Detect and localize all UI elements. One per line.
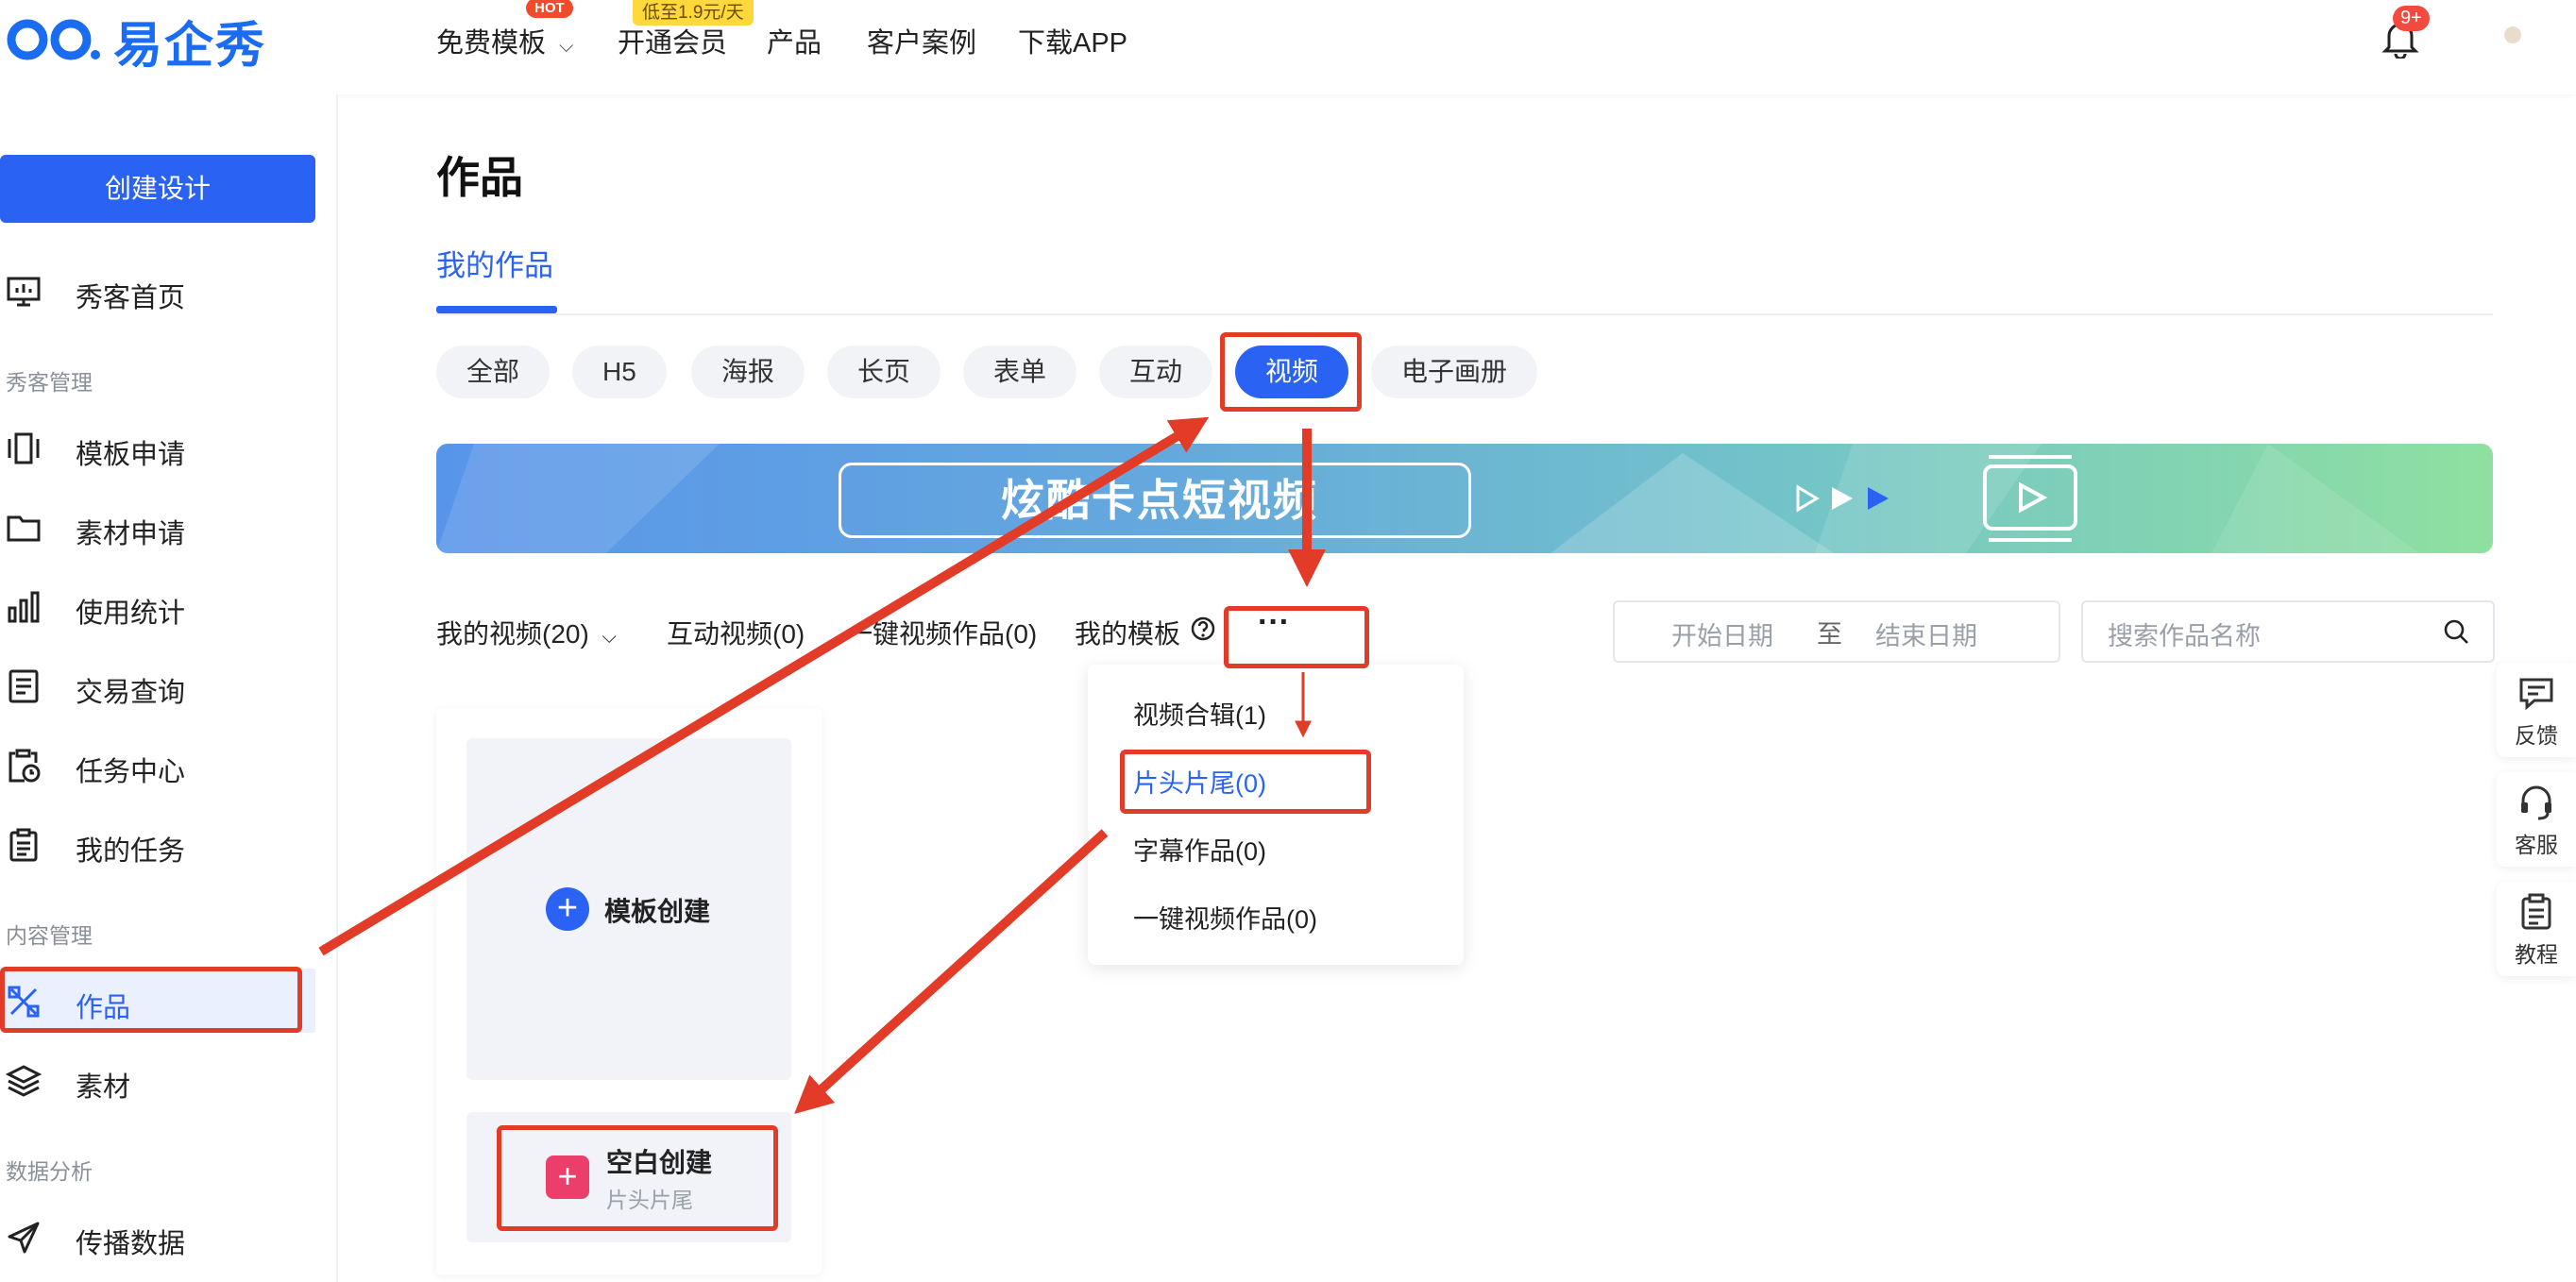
filter-form[interactable]: 表单 <box>963 346 1077 398</box>
price-badge: 低至1.9元/天 <box>633 0 754 25</box>
nav-free-templates-label: 免费模板 <box>436 28 547 59</box>
tab-active-indicator <box>436 306 557 313</box>
sidebar-group-data: 数据分析 <box>6 1159 93 1184</box>
tutorial-label: 教程 <box>2515 942 2558 967</box>
sidebar-item-usage-stats[interactable]: 使用统计 <box>0 574 315 638</box>
top-bar: 易企秀 免费模板 ⌵ HOT 开通会员 低至1.9元/天 产品 客户案例 下载A… <box>0 0 2576 94</box>
sidebar-item-label: 秀客首页 <box>76 283 186 313</box>
brand-name[interactable]: 易企秀 <box>113 6 266 76</box>
folder-icon <box>6 510 42 546</box>
sidebar-item-label: 传播数据 <box>76 1229 186 1259</box>
filter-long-page[interactable]: 长页 <box>827 346 941 398</box>
clipboard-icon <box>6 827 42 863</box>
avatar[interactable] <box>2504 26 2521 43</box>
create-design-button[interactable]: 创建设计 <box>0 155 315 223</box>
blank-create-sublabel: 片头片尾 <box>606 1188 693 1212</box>
clipboard-clock-icon <box>6 748 42 784</box>
date-separator: 至 <box>1817 620 1842 649</box>
sidebar-item-transactions[interactable]: 交易查询 <box>0 653 315 717</box>
plus-square-icon: + <box>546 1155 589 1199</box>
subtab-interactive-videos[interactable]: 互动视频(0) <box>667 614 805 651</box>
play-icons <box>1794 480 1889 522</box>
subtab-label: 我的视频(20) <box>436 619 589 649</box>
feedback-label: 反馈 <box>2515 723 2558 748</box>
help-icon[interactable] <box>1190 616 1216 647</box>
bar-chart-icon <box>6 589 42 625</box>
sidebar-group-manage: 秀客管理 <box>6 370 93 395</box>
send-icon <box>6 1220 42 1256</box>
template-create-label[interactable]: 模板创建 <box>604 891 710 929</box>
blank-create-label[interactable]: 空白创建 <box>606 1142 712 1180</box>
banner-title: 炫酷卡点短视频 <box>1001 476 1318 525</box>
subtab-label: 我的模板 <box>1075 619 1181 649</box>
clipboard-icon <box>2519 893 2553 936</box>
feedback-icon <box>2517 674 2555 717</box>
filter-poster[interactable]: 海报 <box>691 346 805 398</box>
more-button[interactable]: ··· <box>1258 604 1290 641</box>
start-date-field[interactable]: 开始日期 <box>1671 616 1773 652</box>
feedback-button[interactable]: 反馈 <box>2497 663 2576 757</box>
menu-item-subtitle-works[interactable]: 字幕作品(0) <box>1133 831 1266 868</box>
menu-item-one-click-video[interactable]: 一键视频作品(0) <box>1133 899 1317 936</box>
page-title: 作品 <box>436 153 523 202</box>
sidebar-item-label: 素材申请 <box>76 519 186 549</box>
subtab-my-templates[interactable]: 我的模板 <box>1075 614 1180 651</box>
sidebar-item-works[interactable]: 作品 <box>0 969 315 1033</box>
search-icon[interactable] <box>2442 617 2470 650</box>
sidebar-item-spread-data[interactable]: 传播数据 <box>0 1205 315 1269</box>
nav-download-app[interactable]: 下载APP <box>1018 21 1127 60</box>
search-placeholder: 搜索作品名称 <box>2108 622 2261 650</box>
plus-circle-icon: + <box>546 887 589 931</box>
sidebar-item-template-apply[interactable]: 模板申请 <box>0 415 315 480</box>
sidebar-item-label: 任务中心 <box>76 757 186 787</box>
sidebar-item-label: 我的任务 <box>76 836 186 867</box>
tab-my-works[interactable]: 我的作品 <box>436 242 553 284</box>
filter-interactive[interactable]: 互动 <box>1099 346 1213 398</box>
template-icon <box>6 430 42 466</box>
sidebar-item-label: 使用统计 <box>76 599 186 629</box>
chevron-down-icon: ⌵ <box>559 36 574 57</box>
headset-icon <box>2517 784 2555 826</box>
end-date-field[interactable]: 结束日期 <box>1875 616 1977 652</box>
customer-service-label: 客服 <box>2515 833 2558 857</box>
chevron-down-icon: ⌵ <box>602 627 617 648</box>
hot-badge: HOT <box>526 0 573 18</box>
customer-service-button[interactable]: 客服 <box>2497 772 2576 867</box>
subtab-my-videos[interactable]: 我的视频(20) ⌵ <box>436 614 617 651</box>
nav-products[interactable]: 产品 <box>767 21 822 60</box>
sidebar-item-label: 素材 <box>76 1072 131 1103</box>
nav-free-templates[interactable]: 免费模板 ⌵ <box>436 21 573 60</box>
nav-membership[interactable]: 开通会员 <box>618 21 727 60</box>
video-play-icon <box>1981 453 2079 548</box>
sidebar-item-materials[interactable]: 素材 <box>0 1048 315 1112</box>
tab-divider <box>436 313 2493 315</box>
layers-icon <box>5 1063 42 1099</box>
nav-cases[interactable]: 客户案例 <box>867 21 976 60</box>
menu-item-video-collection[interactable]: 视频合辑(1) <box>1133 695 1266 732</box>
subtab-one-click[interactable]: 一键视频作品(0) <box>846 614 1037 651</box>
logo-icon[interactable] <box>5 11 109 73</box>
notification-badge: 9+ <box>2393 6 2430 31</box>
sidebar-group-content: 内容管理 <box>6 923 93 948</box>
menu-item-intro-outro[interactable]: 片头片尾(0) <box>1133 763 1266 800</box>
search-input[interactable]: 搜索作品名称 <box>2081 600 2495 663</box>
monitor-icon <box>6 274 42 310</box>
sidebar-item-label: 作品 <box>76 993 131 1023</box>
sidebar-item-my-tasks[interactable]: 我的任务 <box>0 812 315 876</box>
more-dropdown-menu: 视频合辑(1) 片头片尾(0) 字幕作品(0) 一键视频作品(0) <box>1088 665 1464 965</box>
filter-h5[interactable]: H5 <box>572 346 667 398</box>
sidebar-item-label: 模板申请 <box>76 440 186 470</box>
filter-video[interactable]: 视频 <box>1235 346 1349 398</box>
filter-ebook[interactable]: 电子画册 <box>1371 346 1538 398</box>
filter-all[interactable]: 全部 <box>436 346 551 398</box>
sidebar-item-material-apply[interactable]: 素材申请 <box>0 495 315 559</box>
sidebar-item-label: 交易查询 <box>76 678 186 708</box>
sidebar-item-task-center[interactable]: 任务中心 <box>0 733 315 797</box>
highlight-more-button <box>1224 606 1369 668</box>
design-tools-icon <box>6 984 42 1020</box>
document-icon <box>6 668 42 704</box>
sidebar-item-home[interactable]: 秀客首页 <box>0 259 315 323</box>
date-range-picker[interactable]: 开始日期 至 结束日期 <box>1613 600 2060 663</box>
tutorial-button[interactable]: 教程 <box>2497 882 2576 976</box>
